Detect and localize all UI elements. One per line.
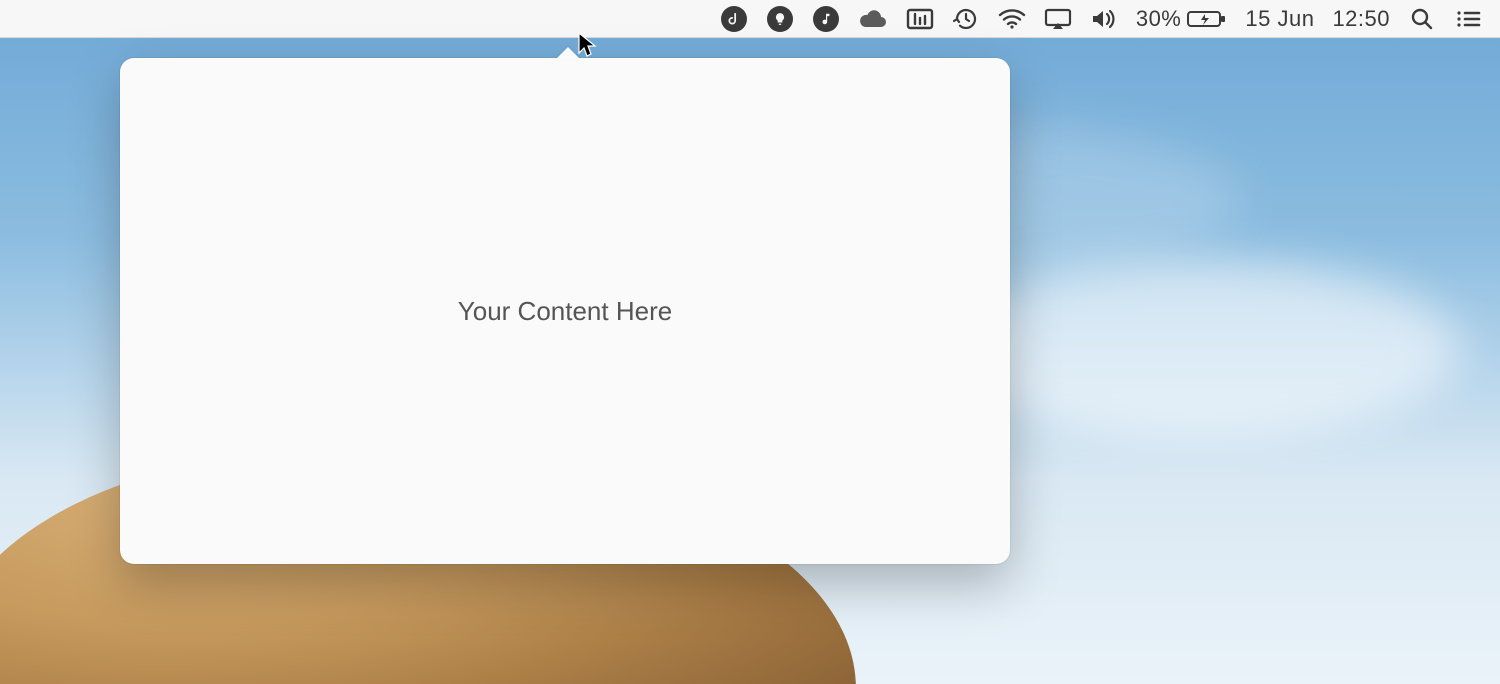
search-icon bbox=[1410, 7, 1434, 31]
menubar-timemachine[interactable] bbox=[952, 0, 980, 38]
menubar-popover[interactable]: Your Content Here bbox=[120, 58, 1010, 564]
popover-placeholder-text: Your Content Here bbox=[458, 296, 672, 327]
menubar-airplay[interactable] bbox=[1044, 0, 1072, 38]
cloud-decoration bbox=[940, 260, 1460, 440]
airplay-icon bbox=[1044, 8, 1072, 30]
battery-percent-text: 30% bbox=[1136, 6, 1182, 32]
app-circle-music-icon bbox=[813, 6, 839, 32]
menubar-spotlight[interactable] bbox=[1408, 0, 1436, 38]
cloud-icon bbox=[858, 9, 888, 29]
battery-charging-icon bbox=[1187, 9, 1227, 29]
menubar-cloud[interactable] bbox=[858, 0, 888, 38]
volume-icon bbox=[1091, 8, 1117, 30]
timemachine-icon bbox=[953, 6, 979, 32]
display-icon bbox=[906, 8, 934, 30]
menubar-app-1[interactable] bbox=[720, 0, 748, 38]
desktop-background: 30% 15 Jun 12:50 Your Content Here bbox=[0, 0, 1500, 684]
menubar-display[interactable] bbox=[906, 0, 934, 38]
menubar-app-3[interactable] bbox=[812, 0, 840, 38]
menubar-wifi[interactable] bbox=[998, 0, 1026, 38]
app-circle-bulb-icon bbox=[767, 6, 793, 32]
app-circle-j-icon bbox=[721, 6, 747, 32]
menubar-date[interactable]: 15 Jun bbox=[1245, 0, 1314, 38]
menubar-app-2[interactable] bbox=[766, 0, 794, 38]
time-text: 12:50 bbox=[1332, 6, 1390, 32]
notification-center-icon bbox=[1455, 9, 1481, 29]
wifi-icon bbox=[998, 8, 1026, 30]
menubar-volume[interactable] bbox=[1090, 0, 1118, 38]
menu-bar: 30% 15 Jun 12:50 bbox=[0, 0, 1500, 38]
menubar-battery[interactable]: 30% bbox=[1136, 0, 1228, 38]
menubar-notification-center[interactable] bbox=[1454, 0, 1482, 38]
menubar-time[interactable]: 12:50 bbox=[1332, 0, 1390, 38]
date-text: 15 Jun bbox=[1245, 6, 1314, 32]
